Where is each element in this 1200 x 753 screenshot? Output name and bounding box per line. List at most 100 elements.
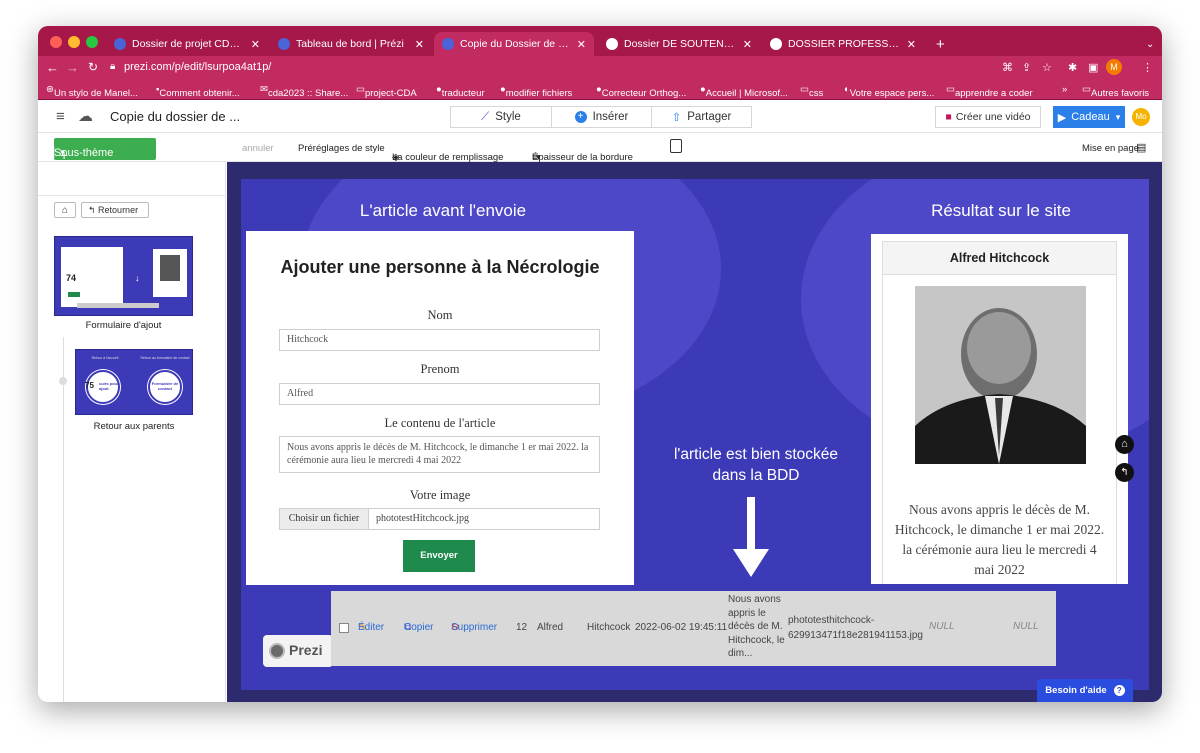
- browser-tab-active[interactable]: Copie du Dossier de projet CD: ✕: [434, 32, 594, 56]
- translate-icon[interactable]: ⌘: [1002, 61, 1013, 74]
- home-nav-button[interactable]: ⌂: [1115, 435, 1134, 454]
- result-text: Nous avons appris le décès de M. Hitchco…: [894, 502, 1105, 577]
- nom-label: Nom: [427, 308, 453, 322]
- browser-tab[interactable]: Dossier DE SOUTENANCE PO ✕: [598, 32, 760, 56]
- choose-file-button[interactable]: Choisir un fichier: [280, 509, 369, 529]
- back-button[interactable]: ↰ Retourner: [81, 202, 149, 218]
- bookmark-folder[interactable]: ▭ Autres favoris: [1082, 84, 1149, 99]
- profile-avatar[interactable]: M: [1106, 59, 1122, 75]
- question-icon: ?: [1113, 685, 1125, 696]
- thumb-photo: [160, 255, 180, 281]
- tab-search-chevron-icon[interactable]: ⌄: [1138, 32, 1160, 56]
- right-title: Résultat sur le site: [931, 201, 1071, 220]
- home-button[interactable]: ⌂: [54, 202, 76, 218]
- document-title[interactable]: Copie du dossier de ...: [110, 109, 240, 124]
- style-presets-button[interactable]: Préréglages de style: [298, 143, 385, 154]
- return-arrow-icon: ↰: [1120, 467, 1129, 478]
- tab-strip: Dossier de projet CDA bastien ✕ Tableau …: [38, 26, 1162, 56]
- row-null: NULL: [1013, 621, 1039, 632]
- row-content: Nous avons appris le décès de M. Hitchco…: [728, 594, 785, 660]
- row-null: NULL: [929, 621, 955, 632]
- home-icon: ⌂: [1121, 438, 1128, 450]
- forward-arrow-icon[interactable]: →: [66, 60, 79, 75]
- extensions-icon[interactable]: ✱: [1068, 61, 1077, 74]
- back-nav-button[interactable]: ↰: [1115, 463, 1134, 482]
- bookmark-item[interactable]: ● Accueil | Microsof...: [700, 84, 788, 99]
- new-tab-button[interactable]: +: [928, 32, 950, 56]
- topic-label[interactable]: Retour aux parents: [75, 421, 193, 432]
- topic-thumbnail-return[interactable]: Retour à l'accueil Retour au formulaire …: [75, 349, 193, 415]
- topic-thumbnail-form[interactable]: 74 ↓: [54, 236, 193, 316]
- bookmark-star-icon[interactable]: ☆: [1042, 61, 1052, 74]
- bookmarks-overflow[interactable]: »: [1062, 84, 1067, 95]
- browser-tab[interactable]: Tableau de bord | Prézi ✕: [270, 32, 432, 56]
- maximize-window-button[interactable]: [86, 36, 98, 48]
- row-checkbox[interactable]: [339, 623, 349, 633]
- image-label: Votre image: [409, 488, 471, 502]
- nom-input[interactable]: Hitchcock: [279, 329, 600, 351]
- form-heading: Ajouter une personne à la Nécrologie: [280, 257, 600, 277]
- insert-button[interactable]: + Insérer: [551, 106, 652, 128]
- close-tab-icon[interactable]: ✕: [245, 38, 260, 51]
- file-name: phototestHitchcock.jpg: [376, 513, 470, 524]
- bookmark-folder[interactable]: ▭ project-CDA: [356, 84, 417, 99]
- undo-button[interactable]: annuler: [242, 143, 274, 154]
- layout-button[interactable]: Mise en page: [1082, 143, 1139, 154]
- submit-button[interactable]: Envoyer: [403, 540, 475, 572]
- thumb-caption-left: Retour à l'accueil: [91, 356, 119, 360]
- bookmark-folder[interactable]: ▭ apprendre a coder: [946, 84, 1033, 99]
- share-button[interactable]: ⇧ Partager: [651, 106, 752, 128]
- bookmarks-bar: ⊛ Un stylo de Manel... ▪ Comment obtenir…: [38, 80, 1162, 100]
- bookmark-item[interactable]: ▪ Comment obtenir...: [156, 84, 240, 99]
- share-page-icon[interactable]: ⇪: [1022, 61, 1031, 74]
- user-avatar[interactable]: Mo: [1132, 108, 1150, 126]
- tree-line: [63, 337, 64, 702]
- sidebar-toggle-icon[interactable]: ▤: [1136, 141, 1146, 154]
- url-text[interactable]: prezi.com/p/edit/lsurpoa4at1p/: [124, 61, 271, 73]
- bookmark-item[interactable]: ◐ Votre espace pers...: [844, 84, 934, 99]
- address-bar: ← → ↻ 🔒︎ prezi.com/p/edit/lsurpoa4at1p/ …: [38, 56, 1162, 80]
- browser-tab[interactable]: Dossier de projet CDA bastien ✕: [106, 32, 268, 56]
- thumb-submit: [68, 292, 80, 297]
- video-camera-icon: ■: [945, 111, 952, 123]
- style-button[interactable]: ⟋ Style: [450, 106, 552, 128]
- bookmark-item[interactable]: ● Correcteur Orthog...: [596, 84, 686, 99]
- chevron-down-icon: ▾: [54, 147, 70, 158]
- create-video-button[interactable]: ■ Créer une vidéo: [935, 106, 1041, 128]
- back-arrow-icon[interactable]: ←: [46, 60, 59, 75]
- topic-number: 74: [66, 273, 77, 283]
- close-tab-icon[interactable]: ✕: [901, 38, 916, 51]
- bookmark-item[interactable]: ⊛ Un stylo de Manel...: [46, 84, 138, 99]
- bookmark-folder[interactable]: ▭ css: [800, 84, 823, 99]
- content-textarea[interactable]: Nous avons appris le décès de M. Hitchco…: [279, 436, 600, 473]
- bookmark-item[interactable]: ● modifier fichiers: [500, 84, 572, 99]
- file-input[interactable]: Choisir un fichier phototestHitchcock.jp…: [279, 508, 600, 530]
- browser-menu-icon[interactable]: ⋮: [1142, 61, 1153, 74]
- form-card: Ajouter une personne à la Nécrologie Nom…: [246, 231, 634, 585]
- content-label: Le contenu de l'article: [384, 416, 496, 430]
- database-row: ✎ Éditer ⧉ Copier ⊖ Supprimer 12 Alfred …: [331, 591, 1056, 666]
- help-button[interactable]: Besoin d'aide ?: [1037, 679, 1133, 702]
- close-window-button[interactable]: [50, 36, 62, 48]
- tree-node: [59, 377, 67, 385]
- close-tab-icon[interactable]: ✕: [409, 38, 424, 51]
- left-title: L'article avant l'envoie: [359, 201, 527, 220]
- close-tab-icon[interactable]: ✕: [737, 38, 752, 51]
- thumb-caption-right: Retour au formulaire de contact: [140, 356, 190, 360]
- gift-button[interactable]: ▶ Cadeau ▾: [1053, 106, 1125, 128]
- reload-icon[interactable]: ↻: [88, 60, 98, 74]
- topic-number: 75: [85, 381, 94, 390]
- bookmark-item[interactable]: ● traducteur: [436, 84, 485, 99]
- minimize-window-button[interactable]: [68, 36, 80, 48]
- lock-icon: 🔒︎: [110, 61, 116, 72]
- bookmark-item[interactable]: ✉ cda2023 :: Share...: [260, 84, 348, 99]
- topic-label[interactable]: Formulaire d'ajout: [54, 320, 193, 331]
- hamburger-menu-icon[interactable]: ≡: [56, 108, 65, 125]
- middle-caption: l'article est bien stockée dans la BDD: [673, 446, 839, 484]
- browser-tab[interactable]: DOSSIER PROFESSIONNEL (DI ✕: [762, 32, 924, 56]
- shape-outline-icon[interactable]: [670, 139, 682, 153]
- close-tab-icon[interactable]: ✕: [571, 38, 586, 51]
- sidepanel-icon[interactable]: ▣: [1088, 61, 1098, 74]
- add-subtopic-button[interactable]: + Sous-thème ▾: [54, 138, 156, 163]
- prenom-input[interactable]: Alfred: [279, 383, 600, 405]
